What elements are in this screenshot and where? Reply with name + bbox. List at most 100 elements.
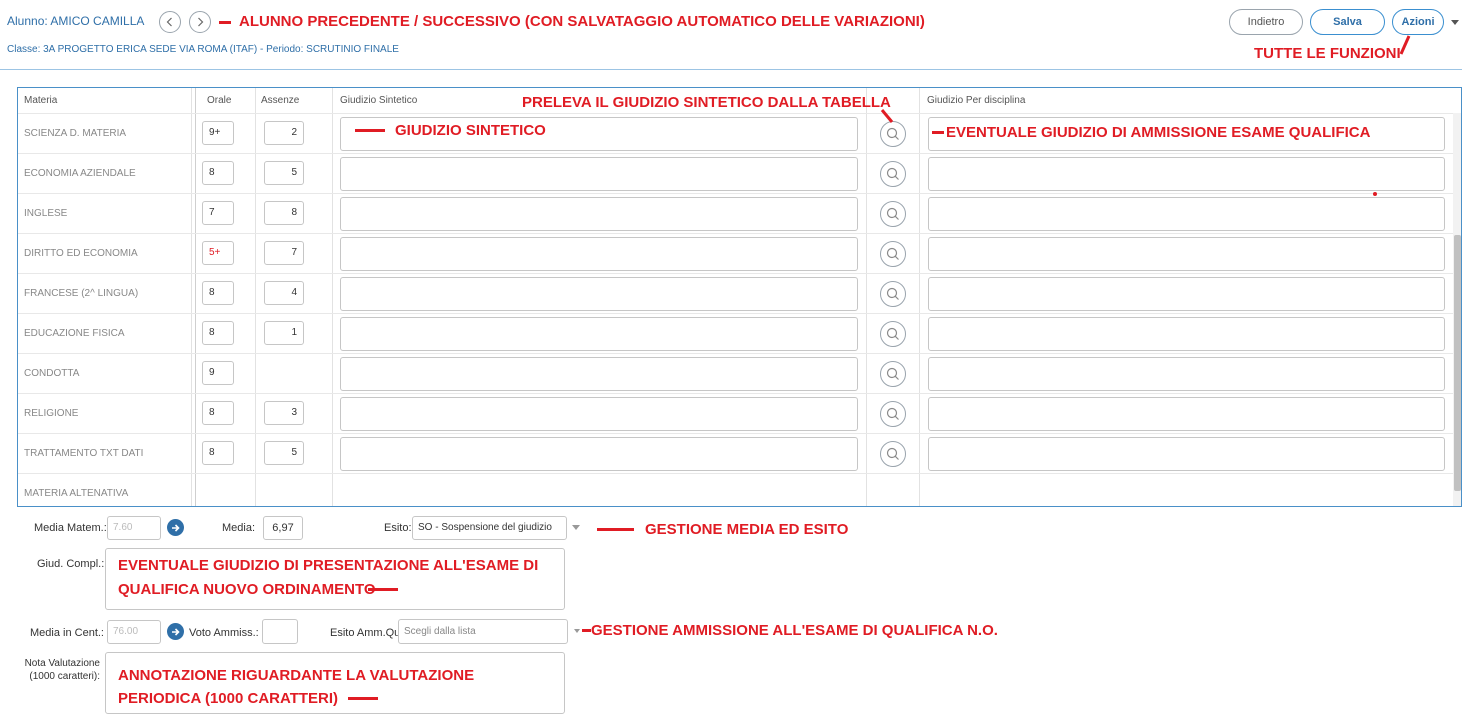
vertical-scrollbar[interactable] xyxy=(1453,113,1461,506)
orale-input-insufficient[interactable]: 5+ xyxy=(202,241,234,265)
subject-label: DIRITTO ED ECONOMIA xyxy=(24,248,138,259)
magnifier-icon xyxy=(886,367,899,380)
header-orale: Orale xyxy=(207,95,232,106)
giudizio-sintetico-field[interactable] xyxy=(340,237,858,271)
magnifier-icon xyxy=(886,327,899,340)
giudizio-sintetico-field[interactable] xyxy=(340,357,858,391)
assenze-input[interactable]: 7 xyxy=(264,241,304,265)
giudizio-sintetico-field[interactable] xyxy=(340,157,858,191)
table-row: ECONOMIA AZIENDALE 8 5 xyxy=(18,153,1461,193)
annotation-dash xyxy=(355,129,385,132)
orale-input[interactable]: 8 xyxy=(202,321,234,345)
search-giudizio-button[interactable] xyxy=(880,321,906,347)
giudizio-disciplina-field[interactable] xyxy=(928,357,1445,391)
esito-select[interactable]: SO - Sospensione del giudizio xyxy=(412,516,567,540)
assenze-input[interactable]: 2 xyxy=(264,121,304,145)
giudizio-disciplina-field[interactable] xyxy=(928,157,1445,191)
orale-input[interactable]: 7 xyxy=(202,201,234,225)
search-giudizio-button[interactable] xyxy=(880,401,906,427)
annotation-presentazione-line2: QUALIFICA NUOVO ORDINAMENTO xyxy=(118,581,376,598)
voto-ammiss-field[interactable] xyxy=(262,619,298,644)
search-giudizio-button[interactable] xyxy=(880,121,906,147)
search-giudizio-button[interactable] xyxy=(880,361,906,387)
giudizio-sintetico-field[interactable] xyxy=(340,317,858,351)
annotation-gestione-ammissione: GESTIONE AMMISSIONE ALL'ESAME DI QUALIFI… xyxy=(591,622,998,639)
orale-input[interactable]: 9 xyxy=(202,361,234,385)
magnifier-icon xyxy=(886,127,899,140)
orale-input[interactable]: 8 xyxy=(202,281,234,305)
caret-down-icon[interactable] xyxy=(572,525,580,530)
annotation-preleva: PRELEVA IL GIUDIZIO SINTETICO DALLA TABE… xyxy=(522,94,891,111)
assenze-input[interactable]: 8 xyxy=(264,201,304,225)
giudizio-sintetico-field[interactable] xyxy=(340,437,858,471)
calculate-media-button[interactable] xyxy=(167,519,184,536)
giudizio-sintetico-field[interactable] xyxy=(340,197,858,231)
giud-compl-label: Giud. Compl.: xyxy=(37,558,105,570)
annotation-ammissione: EVENTUALE GIUDIZIO DI AMMISSIONE ESAME Q… xyxy=(946,124,1371,141)
search-giudizio-button[interactable] xyxy=(880,201,906,227)
orale-input[interactable]: 8 xyxy=(202,401,234,425)
actions-dropdown-toggle[interactable] xyxy=(1448,9,1462,35)
chevron-right-icon xyxy=(198,17,204,27)
giudizio-disciplina-field[interactable] xyxy=(928,437,1445,471)
subject-label: CONDOTTA xyxy=(24,368,80,379)
magnifier-icon xyxy=(886,247,899,260)
search-giudizio-button[interactable] xyxy=(880,281,906,307)
assenze-input[interactable]: 3 xyxy=(264,401,304,425)
annotation-arrow xyxy=(880,109,894,123)
table-row: MATERIA ALTENATIVA xyxy=(18,473,1461,506)
magnifier-icon xyxy=(886,287,899,300)
media-matem-field: 7.60 xyxy=(107,516,161,540)
giudizio-disciplina-field[interactable] xyxy=(928,237,1445,271)
table-row: TRATTAMENTO TXT DATI 8 5 xyxy=(18,433,1461,473)
subject-label: EDUCAZIONE FISICA xyxy=(24,328,125,339)
caret-down-icon[interactable] xyxy=(574,629,580,633)
assenze-input[interactable]: 5 xyxy=(264,161,304,185)
save-button[interactable]: Salva xyxy=(1310,9,1385,35)
search-giudizio-button[interactable] xyxy=(880,161,906,187)
media-matem-label: Media Matem.: xyxy=(34,522,107,534)
orale-input[interactable]: 8 xyxy=(202,441,234,465)
giudizio-sintetico-field[interactable] xyxy=(340,277,858,311)
caret-down-icon xyxy=(1451,19,1459,25)
orale-input[interactable]: 8 xyxy=(202,161,234,185)
orale-input[interactable]: 9+ xyxy=(202,121,234,145)
subject-label: RELIGIONE xyxy=(24,408,79,419)
student-name: Alunno: AMICO CAMILLA xyxy=(7,14,145,28)
search-giudizio-button[interactable] xyxy=(880,441,906,467)
magnifier-icon xyxy=(886,167,899,180)
annotation-presentazione-line1: EVENTUALE GIUDIZIO DI PRESENTAZIONE ALL'… xyxy=(118,557,539,574)
previous-student-button[interactable] xyxy=(159,11,181,33)
chevron-left-icon xyxy=(166,17,172,27)
header-giudizio-disciplina: Giudizio Per disciplina xyxy=(927,95,1026,106)
next-student-button[interactable] xyxy=(189,11,211,33)
annotation-nav: ALUNNO PRECEDENTE / SUCCESSIVO (CON SALV… xyxy=(239,13,925,30)
header-giudizio-sintetico: Giudizio Sintetico xyxy=(340,95,418,106)
actions-button[interactable]: Azioni xyxy=(1392,9,1444,35)
magnifier-icon xyxy=(886,407,899,420)
search-giudizio-button[interactable] xyxy=(880,241,906,267)
esito-amm-select[interactable]: Scegli dalla lista xyxy=(398,619,568,644)
scrollbar-thumb[interactable] xyxy=(1454,235,1461,491)
assenze-input[interactable]: 1 xyxy=(264,321,304,345)
back-button[interactable]: Indietro xyxy=(1229,9,1303,35)
table-row: INGLESE 7 8 xyxy=(18,193,1461,233)
annotation-dash xyxy=(932,131,944,134)
giudizio-disciplina-field[interactable] xyxy=(928,397,1445,431)
assenze-input[interactable]: 4 xyxy=(264,281,304,305)
annotation-dash xyxy=(582,629,591,632)
giudizio-sintetico-field[interactable] xyxy=(340,397,858,431)
subject-label: SCIENZA D. MATERIA xyxy=(24,128,127,139)
magnifier-icon xyxy=(886,447,899,460)
calculate-voto-button[interactable] xyxy=(167,623,184,640)
table-row: CONDOTTA 9 xyxy=(18,353,1461,393)
header-materia: Materia xyxy=(24,95,58,106)
table-row: FRANCESE (2^ LINGUA) 8 4 xyxy=(18,273,1461,313)
assenze-input[interactable]: 5 xyxy=(264,441,304,465)
giudizio-disciplina-field[interactable] xyxy=(928,317,1445,351)
table-row: EDUCAZIONE FISICA 8 1 xyxy=(18,313,1461,353)
giudizio-disciplina-field[interactable] xyxy=(928,277,1445,311)
giudizio-disciplina-field[interactable] xyxy=(928,197,1445,231)
media-label: Media: xyxy=(222,522,256,534)
media-field[interactable]: 6,97 xyxy=(263,516,303,540)
